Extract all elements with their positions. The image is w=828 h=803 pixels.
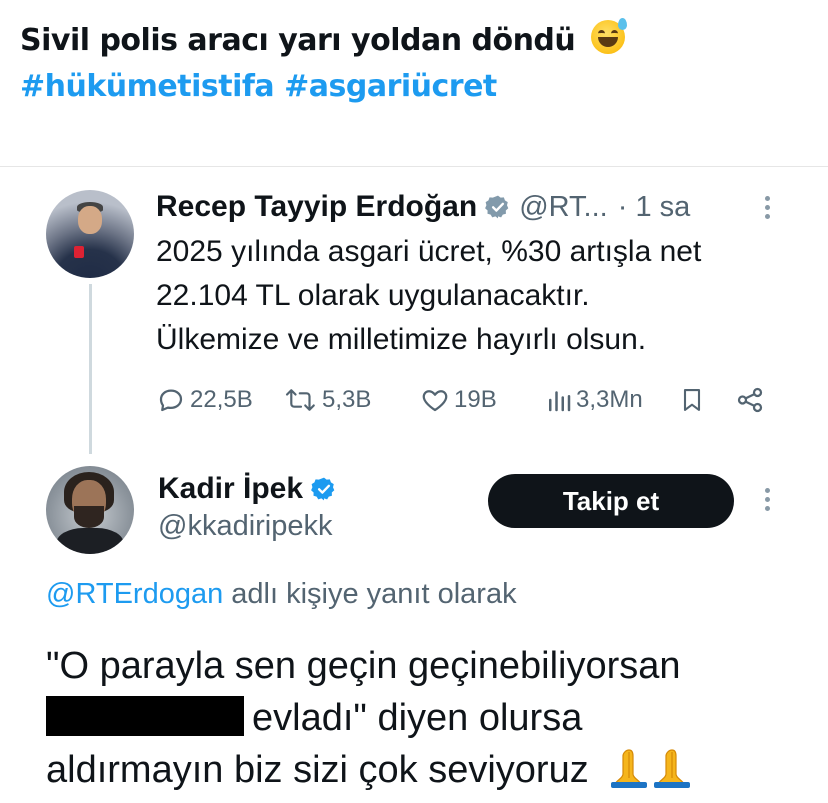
share-icon [737, 387, 763, 413]
reply-button[interactable]: 22,5B [156, 380, 253, 420]
repost-icon [285, 389, 315, 411]
follow-button[interactable]: Takip et [488, 474, 734, 528]
divider [0, 166, 828, 167]
analytics-icon [549, 391, 571, 412]
post-caption: Sivil polis aracı yarı yoldan döndü #hük… [20, 18, 810, 110]
gray-verified-badge-icon [485, 194, 511, 220]
reply-line: "O parayla sen geçin geçinebiliyorsan [46, 645, 681, 687]
reply-line-text: aldırmayın biz sizi çok seviyoruz [46, 749, 589, 791]
replying-to: @RTErdogan adlı kişiye yanıt olarak [46, 578, 517, 611]
repost-button[interactable]: 5,3B [284, 380, 371, 420]
reply-text: "O parayla sen geçin geçinebiliyorsan ev… [46, 640, 806, 802]
grinning-sweat-emoji-icon [591, 18, 628, 54]
reply-author-name[interactable]: Kadir İpek [158, 472, 303, 506]
quoted-tweet-text: 2025 yılında asgari ücret, %30 artışla n… [156, 230, 796, 362]
views-button[interactable]: 3,3Mn [546, 380, 643, 420]
thread-line [89, 284, 92, 454]
reply-line-text: evladı" diyen olursa [252, 697, 583, 739]
repost-count: 5,3B [322, 386, 372, 413]
reply-author-avatar[interactable] [46, 466, 134, 554]
bookmark-icon [683, 389, 701, 411]
share-button[interactable] [734, 380, 766, 420]
post-text: Sivil polis aracı yarı yoldan döndü [20, 23, 576, 58]
blue-verified-badge-icon [311, 476, 337, 502]
tweet-time[interactable]: · 1 sa [618, 191, 691, 224]
reply-to-label: adlı kişiye yanıt olarak [223, 578, 517, 610]
tweet-line: Ülkemize ve milletimize hayırlı olsun. [156, 323, 647, 356]
author-handle[interactable]: @RT... [519, 191, 608, 224]
redaction-bar [46, 696, 244, 736]
like-count: 19B [454, 386, 497, 413]
reply-bubble-icon [159, 389, 183, 412]
reply-mention-link[interactable]: @RTErdogan [46, 578, 223, 610]
more-options-icon[interactable] [765, 488, 770, 511]
like-button[interactable]: 19B [420, 380, 497, 420]
bookmark-button[interactable] [678, 380, 706, 420]
author-name[interactable]: Recep Tayyip Erdoğan [156, 190, 477, 224]
quoted-tweet-header: Recep Tayyip Erdoğan @RT... · 1 sa [156, 188, 690, 226]
tweet-actions: 22,5B 5,3B 19B 3,3Mn [156, 380, 776, 420]
reply-header: Kadir İpek [158, 470, 337, 508]
reply-author-handle[interactable]: @kkadiripekk [158, 510, 333, 543]
reply-count: 22,5B [190, 386, 253, 413]
reply-line-3: aldırmayın biz sizi çok seviyoruz [46, 744, 806, 802]
more-options-icon[interactable] [765, 196, 770, 219]
folded-hands-emoji-icon [609, 748, 695, 802]
tweet-line: 2025 yılında asgari ücret, %30 artışla n… [156, 235, 702, 268]
tweet-line: 22.104 TL olarak uygulanacaktır. [156, 279, 590, 312]
heart-icon [422, 390, 448, 412]
post-hashtags[interactable]: #hükümetistifa #asgariücret [20, 64, 810, 110]
author-avatar[interactable] [46, 190, 134, 278]
reply-line-2: evladı" diyen olursa [46, 692, 806, 744]
views-count: 3,3Mn [576, 386, 643, 413]
